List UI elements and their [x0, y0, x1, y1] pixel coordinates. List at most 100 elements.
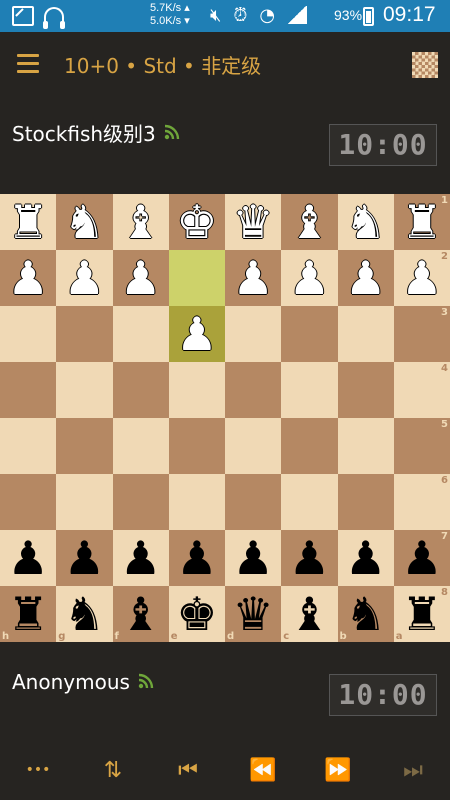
- white-rook-icon[interactable]: ♜: [8, 199, 49, 245]
- white-rook-icon[interactable]: ♜: [401, 199, 442, 245]
- board-square-a1[interactable]: ♜ 1: [393, 194, 450, 250]
- black-pawn-icon[interactable]: ♟: [233, 535, 274, 581]
- board-square-c1[interactable]: ♝: [281, 194, 338, 250]
- board-square-d7[interactable]: ♟: [225, 530, 282, 586]
- white-pawn-icon[interactable]: ♟: [8, 255, 49, 301]
- board-square-b4[interactable]: [337, 362, 394, 418]
- board-square-b1[interactable]: ♞: [337, 194, 394, 250]
- board-square-f8[interactable]: ♝ f: [112, 586, 169, 642]
- board-square-e7[interactable]: ♟: [168, 530, 225, 586]
- white-bishop-icon[interactable]: ♝: [289, 199, 330, 245]
- board-square-b5[interactable]: [337, 418, 394, 474]
- board-square-d5[interactable]: [225, 418, 282, 474]
- white-queen-icon[interactable]: ♛: [233, 199, 274, 245]
- board-square-h7[interactable]: ♟: [0, 530, 57, 586]
- board-settings-icon[interactable]: [412, 52, 438, 78]
- board-square-c3[interactable]: [281, 306, 338, 362]
- board-square-f2[interactable]: ♟: [112, 250, 169, 306]
- black-knight-icon[interactable]: ♞: [64, 591, 105, 637]
- white-pawn-icon[interactable]: ♟: [64, 255, 105, 301]
- board-square-d8[interactable]: ♛ d: [225, 586, 282, 642]
- board-square-g8[interactable]: ♞ g: [56, 586, 113, 642]
- board-square-h1[interactable]: ♜: [0, 194, 57, 250]
- black-pawn-icon[interactable]: ♟: [120, 535, 161, 581]
- white-pawn-icon[interactable]: ♟: [401, 255, 442, 301]
- black-bishop-icon[interactable]: ♝: [289, 591, 330, 637]
- board-square-d3[interactable]: [225, 306, 282, 362]
- board-square-d6[interactable]: [225, 474, 282, 530]
- white-pawn-icon[interactable]: ♟: [233, 255, 274, 301]
- board-square-g7[interactable]: ♟: [56, 530, 113, 586]
- board-square-h3[interactable]: [0, 306, 57, 362]
- board-square-d2[interactable]: ♟: [225, 250, 282, 306]
- board-square-f1[interactable]: ♝: [112, 194, 169, 250]
- board-square-a5[interactable]: 5: [393, 418, 450, 474]
- black-pawn-icon[interactable]: ♟: [289, 535, 330, 581]
- black-queen-icon[interactable]: ♛: [233, 591, 274, 637]
- board-square-h6[interactable]: [0, 474, 57, 530]
- hamburger-menu-icon[interactable]: [17, 54, 39, 73]
- board-square-g2[interactable]: ♟: [56, 250, 113, 306]
- board-square-b3[interactable]: [337, 306, 394, 362]
- board-square-h2[interactable]: ♟: [0, 250, 57, 306]
- white-knight-icon[interactable]: ♞: [345, 199, 386, 245]
- last-move-button[interactable]: ⏭: [383, 745, 443, 795]
- white-bishop-icon[interactable]: ♝: [120, 199, 161, 245]
- board-square-g5[interactable]: [56, 418, 113, 474]
- first-move-button[interactable]: ⏮: [158, 745, 218, 795]
- board-square-a3[interactable]: 3: [393, 306, 450, 362]
- board-square-f4[interactable]: [112, 362, 169, 418]
- black-bishop-icon[interactable]: ♝: [120, 591, 161, 637]
- board-square-d4[interactable]: [225, 362, 282, 418]
- board-square-c8[interactable]: ♝ c: [281, 586, 338, 642]
- board-square-f7[interactable]: ♟: [112, 530, 169, 586]
- board-square-g1[interactable]: ♞: [56, 194, 113, 250]
- board-square-c7[interactable]: ♟: [281, 530, 338, 586]
- black-pawn-icon[interactable]: ♟: [176, 535, 217, 581]
- board-square-a2[interactable]: ♟ 2: [393, 250, 450, 306]
- board-square-h5[interactable]: [0, 418, 57, 474]
- board-square-a7[interactable]: ♟ 7: [393, 530, 450, 586]
- board-square-a4[interactable]: 4: [393, 362, 450, 418]
- board-square-b8[interactable]: ♞ b: [337, 586, 394, 642]
- board-square-g4[interactable]: [56, 362, 113, 418]
- black-pawn-icon[interactable]: ♟: [401, 535, 442, 581]
- black-pawn-icon[interactable]: ♟: [345, 535, 386, 581]
- board-square-a8[interactable]: ♜ 8 a: [393, 586, 450, 642]
- board-square-g3[interactable]: [56, 306, 113, 362]
- white-pawn-icon[interactable]: ♟: [345, 255, 386, 301]
- board-square-c2[interactable]: ♟: [281, 250, 338, 306]
- board-square-e3[interactable]: ♟: [168, 306, 225, 362]
- white-knight-icon[interactable]: ♞: [64, 199, 105, 245]
- board-square-c6[interactable]: [281, 474, 338, 530]
- board-square-e8[interactable]: ♚ e: [168, 586, 225, 642]
- board-square-e2[interactable]: [168, 250, 225, 306]
- board-square-e5[interactable]: [168, 418, 225, 474]
- board-square-d1[interactable]: ♛: [225, 194, 282, 250]
- flip-board-button[interactable]: ⇅: [83, 745, 143, 795]
- board-square-f5[interactable]: [112, 418, 169, 474]
- black-king-icon[interactable]: ♚: [176, 591, 217, 637]
- prev-move-button[interactable]: ⏪: [233, 745, 293, 795]
- board-square-b7[interactable]: ♟: [337, 530, 394, 586]
- board-square-a6[interactable]: 6: [393, 474, 450, 530]
- board-square-c4[interactable]: [281, 362, 338, 418]
- board-square-h4[interactable]: [0, 362, 57, 418]
- board-square-g6[interactable]: [56, 474, 113, 530]
- board-square-f6[interactable]: [112, 474, 169, 530]
- black-pawn-icon[interactable]: ♟: [8, 535, 49, 581]
- black-rook-icon[interactable]: ♜: [401, 591, 442, 637]
- black-rook-icon[interactable]: ♜: [8, 591, 49, 637]
- board-square-h8[interactable]: ♜ h: [0, 586, 57, 642]
- board-square-c5[interactable]: [281, 418, 338, 474]
- board-square-e1[interactable]: ♚: [168, 194, 225, 250]
- board-square-e4[interactable]: [168, 362, 225, 418]
- white-pawn-icon[interactable]: ♟: [120, 255, 161, 301]
- white-king-icon[interactable]: ♚: [176, 199, 217, 245]
- black-knight-icon[interactable]: ♞: [345, 591, 386, 637]
- black-pawn-icon[interactable]: ♟: [64, 535, 105, 581]
- chess-board[interactable]: ♜ ♞ ♝ ♚ ♛ ♝ ♞ ♜ 1 ♟ ♟ ♟ ♟ ♟ ♟ ♟ 2 ♟ 3 4 5 6 ♟ ♟ ♟ ♟ ♟ ♟ ♟ ♟ 7 ♜ h ♞ g ♝ f ♚ e ♛…: [0, 194, 450, 642]
- board-square-f3[interactable]: [112, 306, 169, 362]
- board-square-b6[interactable]: [337, 474, 394, 530]
- next-move-button[interactable]: ⏩: [308, 745, 368, 795]
